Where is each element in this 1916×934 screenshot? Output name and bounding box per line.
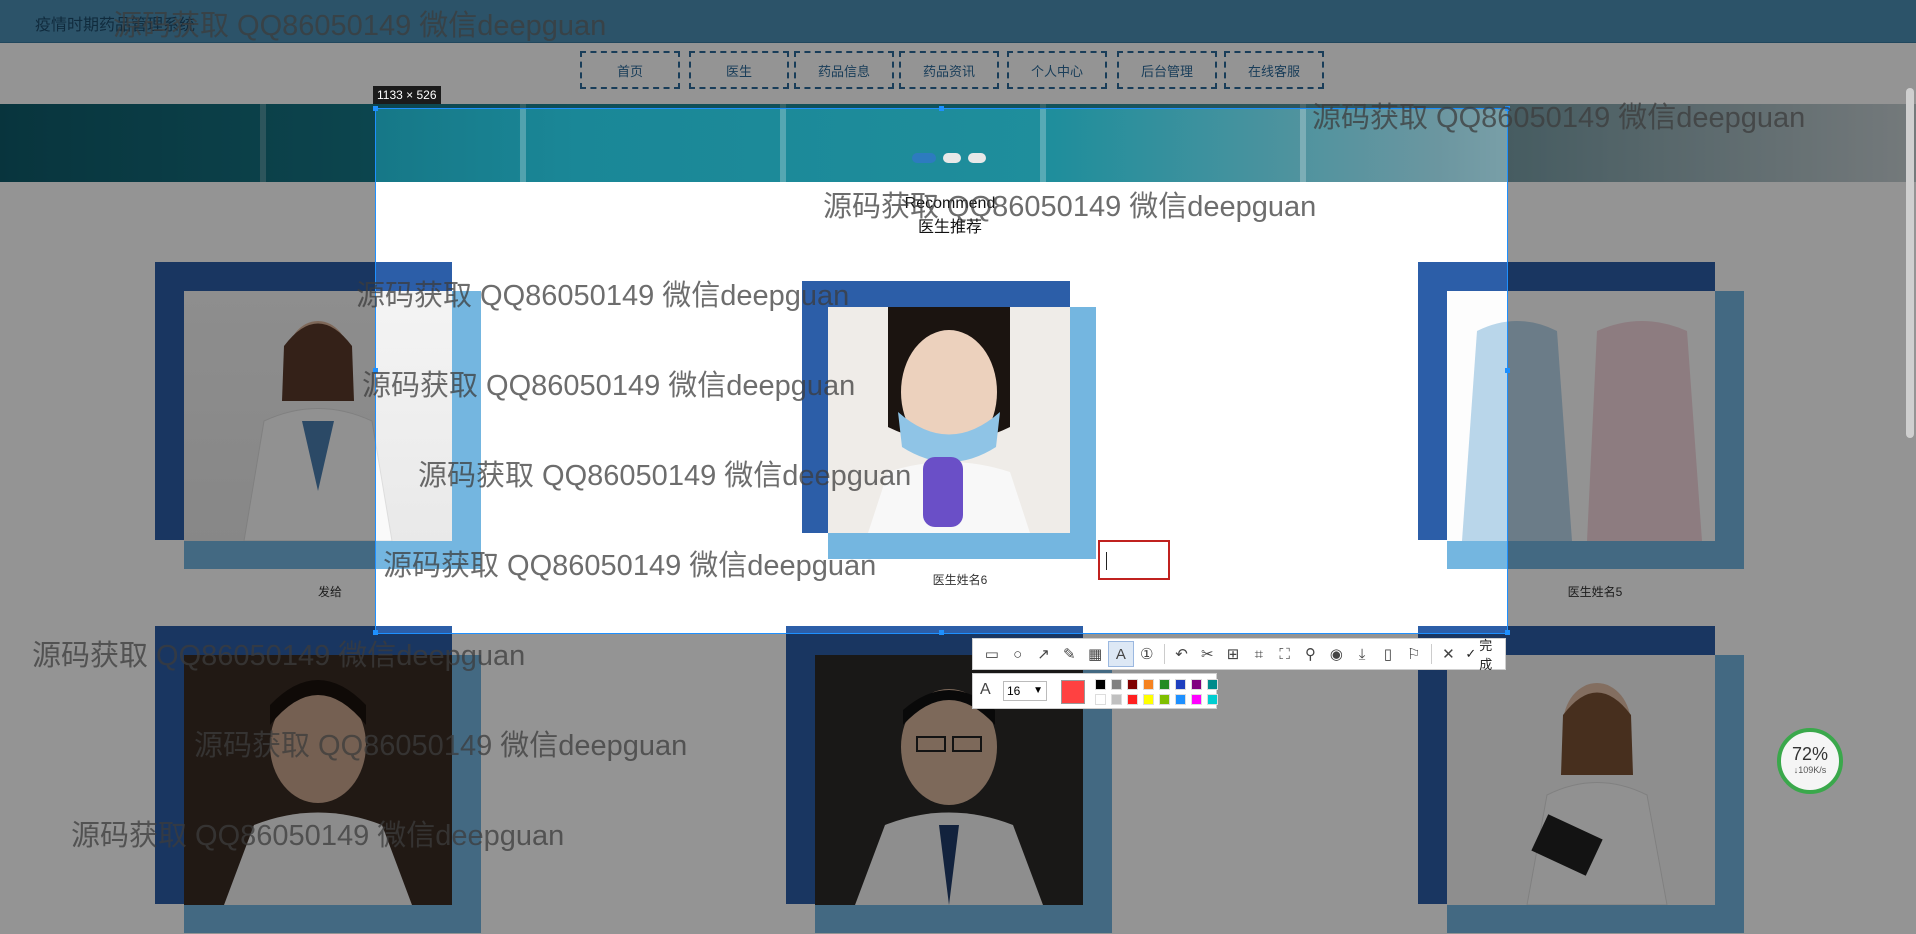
color-swatch[interactable] (1191, 694, 1202, 705)
doctor-name: 医生姓名5 (1567, 585, 1623, 599)
bookmark-icon[interactable]: ⚐ (1401, 641, 1427, 667)
doctor-photo (1447, 655, 1715, 905)
nav-item-doctor[interactable]: 医生 (689, 51, 789, 89)
carousel-dots (912, 153, 986, 163)
cpu-percent: 72% (1791, 744, 1829, 764)
phone-icon[interactable]: ▯ (1375, 641, 1401, 667)
number-icon[interactable]: ① (1134, 641, 1160, 667)
ocr-icon[interactable]: ⊞ (1220, 641, 1246, 667)
nav-item-admin[interactable]: 后台管理 (1117, 51, 1217, 89)
color-swatch[interactable] (1159, 679, 1170, 690)
undo-icon[interactable]: ↶ (1169, 641, 1195, 667)
arrow-icon[interactable]: ↗ (1031, 641, 1057, 667)
color-swatch[interactable] (1111, 694, 1122, 705)
section-title-cn: 医生推荐 (917, 219, 982, 236)
doctor-name: 医生姓名6 (932, 573, 988, 587)
color-swatch[interactable] (1095, 679, 1106, 690)
record-icon[interactable]: ◉ (1323, 641, 1349, 667)
site-title: 疫情时期药品管理系统 (35, 17, 196, 34)
carousel-dot[interactable] (912, 153, 936, 163)
color-swatch[interactable] (1111, 679, 1122, 690)
selection-size-label: 1133 × 526 (373, 86, 441, 104)
text-caret (1106, 552, 1107, 570)
doctor-name: 发给 (317, 585, 342, 599)
text-annotation-input[interactable] (1098, 540, 1170, 580)
text-style-bar: A 16 ▼ (972, 673, 1218, 709)
text-icon[interactable]: A (1107, 641, 1134, 667)
nav-item-user-center[interactable]: 个人中心 (1007, 51, 1107, 89)
color-swatch[interactable] (1127, 694, 1138, 705)
color-swatch[interactable] (1175, 694, 1186, 705)
color-swatch[interactable] (1175, 679, 1186, 690)
top-header: 疫情时期药品管理系统 (0, 0, 1916, 43)
scan-icon[interactable]: ⌗ (1246, 641, 1272, 667)
pen-icon[interactable]: ✎ (1056, 641, 1082, 667)
network-speed-widget: 72% ↓109K/s (1777, 728, 1843, 794)
chevron-down-icon: ▼ (1033, 685, 1043, 696)
section-title-en: Recommend (904, 195, 996, 212)
font-icon: A (980, 681, 991, 698)
rect-icon[interactable]: ▭ (979, 641, 1005, 667)
mosaic-icon[interactable]: ▦ (1082, 641, 1108, 667)
nav-item-service[interactable]: 在线客服 (1224, 51, 1324, 89)
color-swatch[interactable] (1127, 679, 1138, 690)
doctor-photo (184, 291, 452, 541)
color-swatch[interactable] (1207, 694, 1218, 705)
font-size-select[interactable]: 16 ▼ (1003, 681, 1047, 701)
carousel-dot[interactable] (968, 153, 986, 163)
color-swatch[interactable] (1191, 679, 1202, 690)
cut-icon[interactable]: ✂ (1194, 641, 1220, 667)
done-button[interactable]: ✓ 完成 (1465, 635, 1505, 673)
pin-icon[interactable]: ⚲ (1298, 641, 1324, 667)
font-size-value: 16 (1007, 684, 1021, 698)
nav-item-drug-info[interactable]: 药品信息 (794, 51, 894, 89)
crop-icon[interactable]: ⛶ (1272, 641, 1298, 667)
nav-item-drug-news[interactable]: 药品资讯 (899, 51, 999, 89)
doctor-photo (1447, 291, 1715, 541)
screenshot-toolbar: ▭ ○ ↗ ✎ ▦ A ① ↶ ✂ ⊞ ⌗ ⛶ ⚲ ◉ ⤓ ▯ ⚐ ✕ ✓ 完成 (972, 635, 1506, 673)
doctor-photo (828, 307, 1070, 533)
current-color-swatch[interactable] (1061, 680, 1085, 704)
color-swatch[interactable] (1143, 694, 1154, 705)
carousel-dot[interactable] (943, 153, 961, 163)
nav-item-home[interactable]: 首页 (580, 51, 680, 89)
check-icon: ✓ (1465, 646, 1477, 661)
circle-icon[interactable]: ○ (1005, 641, 1031, 667)
hero-banner (0, 104, 1916, 182)
color-swatch[interactable] (1159, 694, 1170, 705)
save-icon[interactable]: ⤓ (1349, 641, 1375, 667)
color-swatch[interactable] (1095, 694, 1106, 705)
close-icon[interactable]: ✕ (1436, 641, 1462, 667)
color-swatch[interactable] (1143, 679, 1154, 690)
section-title: Recommend 医生推荐 (880, 192, 1020, 240)
download-speed: ↓109K/s (1793, 765, 1827, 775)
done-label: 完成 (1479, 638, 1493, 672)
main-nav: 首页 医生 药品信息 药品资讯 个人中心 后台管理 在线客服 (0, 51, 1916, 93)
scrollbar-thumb[interactable] (1906, 88, 1914, 438)
color-swatch[interactable] (1207, 679, 1218, 690)
doctor-photo (184, 655, 452, 905)
